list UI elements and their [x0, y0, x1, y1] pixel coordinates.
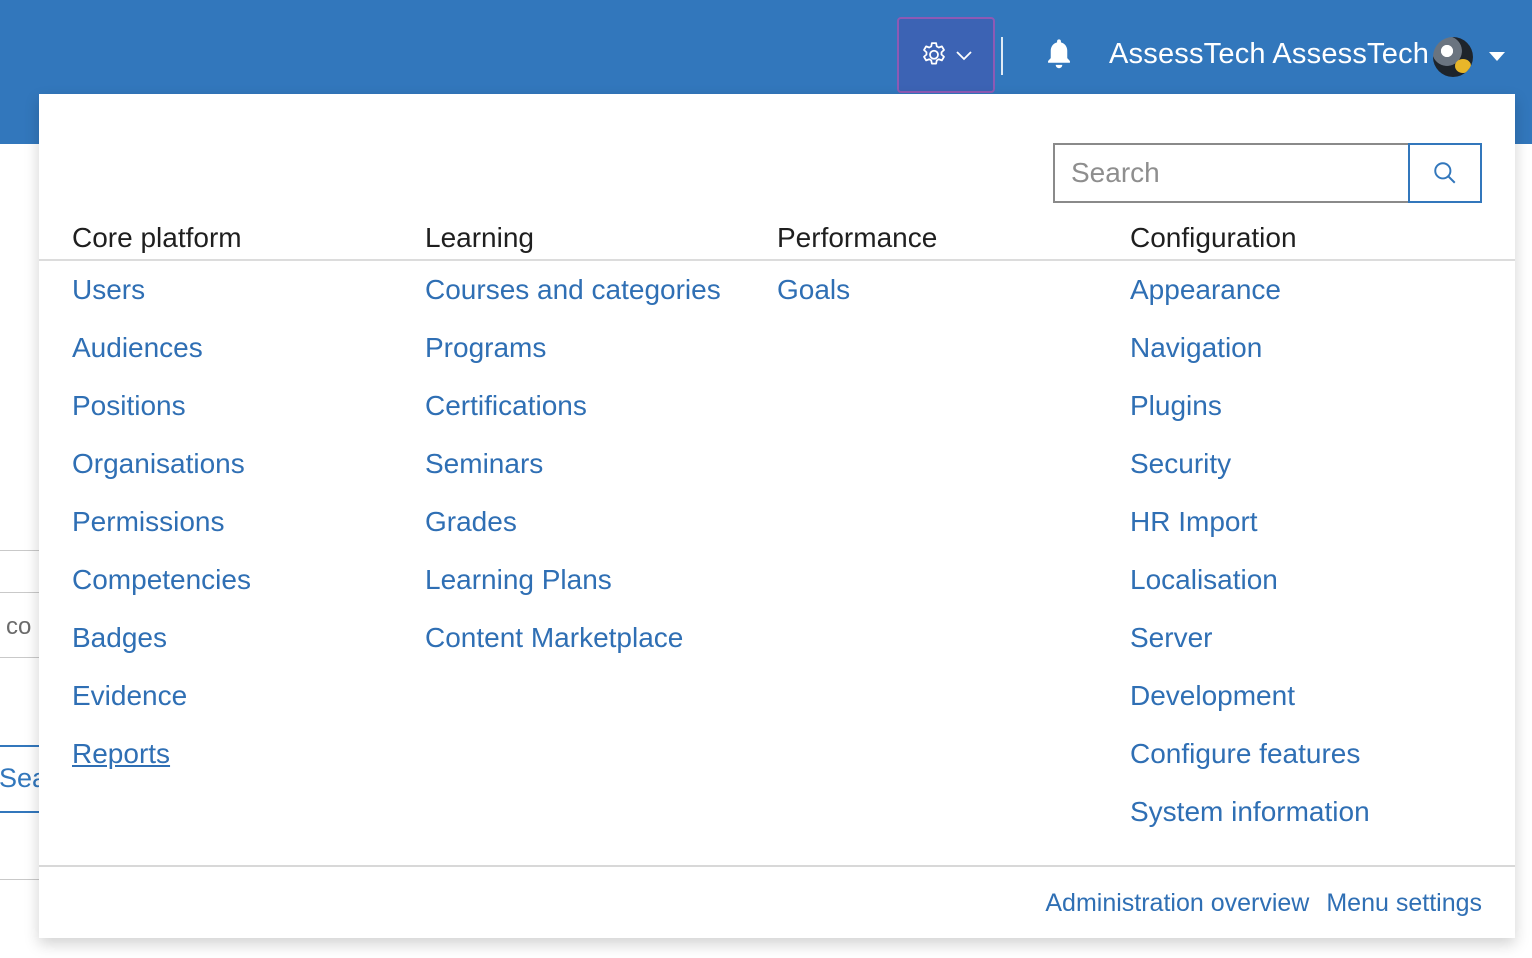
background-divider [0, 657, 40, 658]
menu-link-plugins[interactable]: Plugins [1130, 386, 1370, 444]
search-icon [1434, 162, 1456, 184]
background-partial-text: co [6, 613, 32, 640]
administration-dropdown-menu: Core platform Learning Performance Confi… [39, 94, 1515, 938]
menu-link-audiences[interactable]: Audiences [72, 328, 251, 386]
column-title-learning: Learning [425, 222, 534, 253]
administration-overview-link[interactable]: Administration overview [1045, 889, 1309, 918]
menu-link-reports[interactable]: Reports [72, 734, 251, 792]
menu-link-courses-and-categories[interactable]: Courses and categories [425, 270, 721, 328]
column-performance: Goals [777, 270, 850, 328]
background-divider [0, 550, 40, 551]
navbar-divider [1001, 37, 1003, 75]
admin-search [1053, 143, 1482, 203]
column-headers: Core platform Learning Performance Confi… [39, 222, 1515, 261]
column-title-performance: Performance [777, 222, 938, 253]
background-divider [0, 592, 40, 593]
menu-link-security[interactable]: Security [1130, 444, 1370, 502]
chevron-down-icon [956, 51, 972, 61]
menu-link-permissions[interactable]: Permissions [72, 502, 251, 560]
admin-search-button[interactable] [1408, 143, 1482, 203]
menu-link-positions[interactable]: Positions [72, 386, 251, 444]
menu-link-badges[interactable]: Badges [72, 618, 251, 676]
menu-link-appearance[interactable]: Appearance [1130, 270, 1370, 328]
menu-link-configure-features[interactable]: Configure features [1130, 734, 1370, 792]
column-title-core-platform: Core platform [72, 222, 242, 253]
menu-link-goals[interactable]: Goals [777, 270, 850, 328]
administration-menu-button[interactable] [897, 17, 995, 93]
column-core-platform: Users Audiences Positions Organisations … [72, 270, 251, 792]
user-name[interactable]: AssessTech AssessTech [1109, 38, 1429, 71]
menu-link-development[interactable]: Development [1130, 676, 1370, 734]
menu-link-programs[interactable]: Programs [425, 328, 721, 386]
user-menu-caret-icon[interactable] [1489, 52, 1505, 61]
menu-link-grades[interactable]: Grades [425, 502, 721, 560]
footer-links: Administration overview Menu settings [1045, 889, 1482, 918]
menu-link-server[interactable]: Server [1130, 618, 1370, 676]
menu-link-hr-import[interactable]: HR Import [1130, 502, 1370, 560]
column-learning: Courses and categories Programs Certific… [425, 270, 721, 676]
menu-link-certifications[interactable]: Certifications [425, 386, 721, 444]
menu-link-localisation[interactable]: Localisation [1130, 560, 1370, 618]
gear-icon [923, 42, 945, 65]
menu-settings-link[interactable]: Menu settings [1326, 889, 1482, 918]
menu-link-users[interactable]: Users [72, 270, 251, 328]
menu-link-content-marketplace[interactable]: Content Marketplace [425, 618, 721, 676]
menu-link-system-information[interactable]: System information [1130, 792, 1370, 850]
bell-icon[interactable] [1044, 37, 1074, 71]
menu-link-seminars[interactable]: Seminars [425, 444, 721, 502]
column-configuration: Appearance Navigation Plugins Security H… [1130, 270, 1370, 850]
menu-link-competencies[interactable]: Competencies [72, 560, 251, 618]
menu-link-navigation[interactable]: Navigation [1130, 328, 1370, 386]
menu-link-organisations[interactable]: Organisations [72, 444, 251, 502]
background-divider [0, 879, 40, 880]
admin-search-input[interactable] [1053, 143, 1408, 203]
menu-link-learning-plans[interactable]: Learning Plans [425, 560, 721, 618]
background-search-button: Sea [0, 745, 47, 813]
avatar[interactable] [1433, 37, 1473, 77]
menu-link-evidence[interactable]: Evidence [72, 676, 251, 734]
column-title-configuration: Configuration [1130, 222, 1297, 253]
menu-footer: Administration overview Menu settings [39, 865, 1515, 938]
